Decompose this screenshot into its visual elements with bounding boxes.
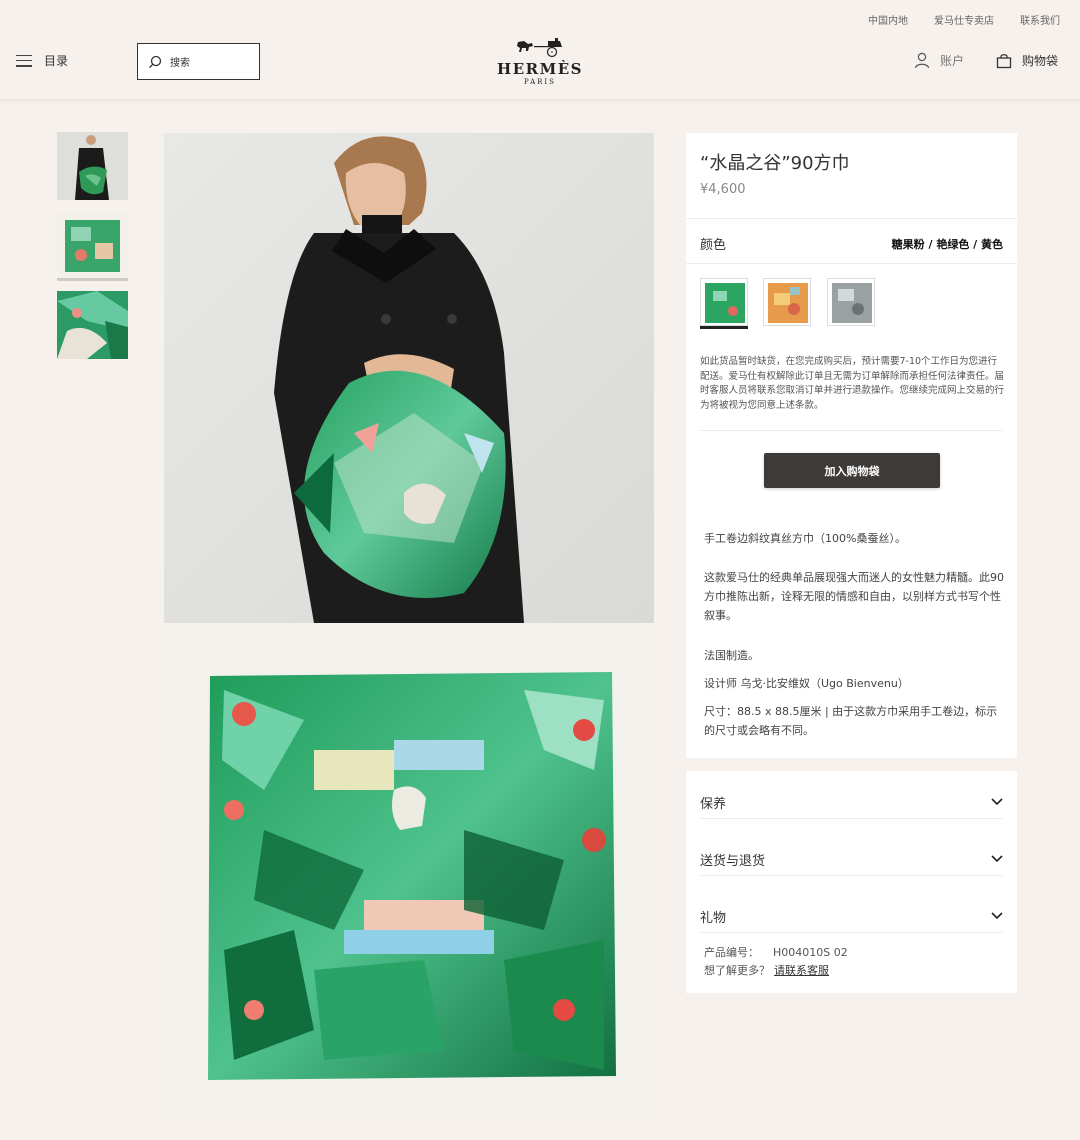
stores-link[interactable]: 爱马仕专卖店 [934, 12, 994, 27]
contact-link[interactable]: 联系我们 [1020, 12, 1060, 27]
contact-service-link[interactable]: 请联系客服 [774, 964, 829, 977]
bag-button[interactable]: 购物袋 [996, 52, 1058, 69]
stock-notice: 如此货品暂时缺货，在您完成购买后，预计需要7-10个工作日为您进行配送。爱马仕有… [700, 356, 1005, 411]
region-link[interactable]: 中国内地 [868, 12, 908, 27]
search-icon [149, 55, 162, 68]
product-number: 产品编号： H004010S 02 [704, 944, 848, 960]
account-label: 账户 [940, 54, 965, 68]
logo-text: HERMÈS [497, 60, 583, 78]
desc-size: 尺寸：88.5 x 88.5厘米 | 由于这款方巾采用手工卷边，标示的尺寸或会略… [704, 705, 998, 737]
divider [686, 263, 1017, 264]
desc-story: 这款爱马仕的经典单品展现强大而迷人的女性魅力精髓。此90方巾推陈出新，诠释无限的… [704, 571, 1004, 622]
divider [700, 875, 1003, 876]
more-info: 想了解更多？ 请联系客服 [704, 962, 829, 978]
color-swatch-grey[interactable] [827, 278, 875, 326]
color-swatch-orange[interactable] [763, 278, 811, 326]
desc-made-in: 法国制造。 [704, 649, 759, 662]
accordion-gift-label: 礼物 [700, 910, 727, 926]
site-header: 中国内地 爱马仕专卖店 联系我们 目录 搜索 HERMÈS PARIS 账户 购… [0, 0, 1080, 100]
detail-thumbnail-image [57, 291, 128, 359]
swatch-orange-image [764, 279, 810, 325]
product-number-value: H004010S 02 [773, 946, 848, 959]
hamburger-icon [16, 54, 32, 67]
color-value: 糖果粉 / 艳绿色 / 黄色 [891, 238, 1003, 251]
desc-material: 手工卷边斜纹真丝方巾（100%桑蚕丝）。 [704, 532, 906, 545]
accordion-gift[interactable]: 礼物 [700, 901, 1003, 931]
chevron-down-icon [991, 798, 1003, 806]
scarf-thumbnail-image [57, 213, 128, 278]
chevron-down-icon [991, 855, 1003, 863]
color-swatch-green[interactable] [700, 278, 748, 326]
thumbnail-model[interactable] [57, 132, 128, 200]
scarf-image [164, 630, 654, 1120]
search-placeholder: 搜索 [170, 58, 190, 69]
more-info-label: 想了解更多？ [704, 964, 770, 977]
swatch-green-image [701, 279, 747, 325]
product-image-model[interactable] [164, 133, 654, 623]
product-panel: “水晶之谷”90方巾 ¥4,600 颜色 糖果粉 / 艳绿色 / 黄色 如此货品… [686, 133, 1017, 758]
model-thumbnail-image [57, 132, 128, 200]
desc-designer: 设计师 乌戈·比安维奴（Ugo Bienvenu） [704, 677, 909, 690]
accordion-shipping[interactable]: 送货与退货 [700, 844, 1003, 874]
product-number-label: 产品编号： [704, 946, 759, 959]
info-accordion: 保养 送货与退货 礼物 产品编号： H004010S 02 想了解更多？ 请联系客服 [686, 771, 1017, 993]
bag-label: 购物袋 [1022, 54, 1059, 68]
thumbnail-scarf[interactable] [57, 213, 128, 281]
accordion-care[interactable]: 保养 [700, 787, 1003, 817]
divider [700, 818, 1003, 819]
carriage-icon [517, 38, 562, 58]
accordion-care-label: 保养 [700, 796, 727, 812]
product-title: “水晶之谷”90方巾 [700, 153, 850, 174]
swatch-grey-image [828, 279, 874, 325]
logo-sub: PARIS [524, 78, 556, 86]
selected-swatch-indicator [700, 326, 748, 329]
user-icon [914, 52, 930, 69]
color-label: 颜色 [700, 238, 727, 253]
accordion-shipping-label: 送货与退货 [700, 853, 766, 869]
chevron-down-icon [991, 912, 1003, 920]
menu-button[interactable]: 目录 [16, 52, 68, 69]
divider [686, 218, 1017, 219]
menu-label: 目录 [44, 54, 69, 68]
divider [700, 430, 1003, 431]
divider [700, 932, 1003, 933]
account-button[interactable]: 账户 [914, 52, 964, 69]
search-input[interactable]: 搜索 [137, 43, 260, 80]
product-image-scarf[interactable] [164, 630, 654, 1120]
thumbnail-detail[interactable] [57, 291, 128, 359]
shopping-bag-icon [996, 53, 1012, 68]
top-links: 中国内地 爱马仕专卖店 联系我们 [868, 12, 1060, 27]
hermes-logo[interactable]: HERMÈS PARIS [490, 38, 590, 86]
add-to-bag-button[interactable]: 加入购物袋 [764, 453, 940, 488]
model-image [164, 133, 654, 623]
product-price: ¥4,600 [700, 182, 746, 197]
